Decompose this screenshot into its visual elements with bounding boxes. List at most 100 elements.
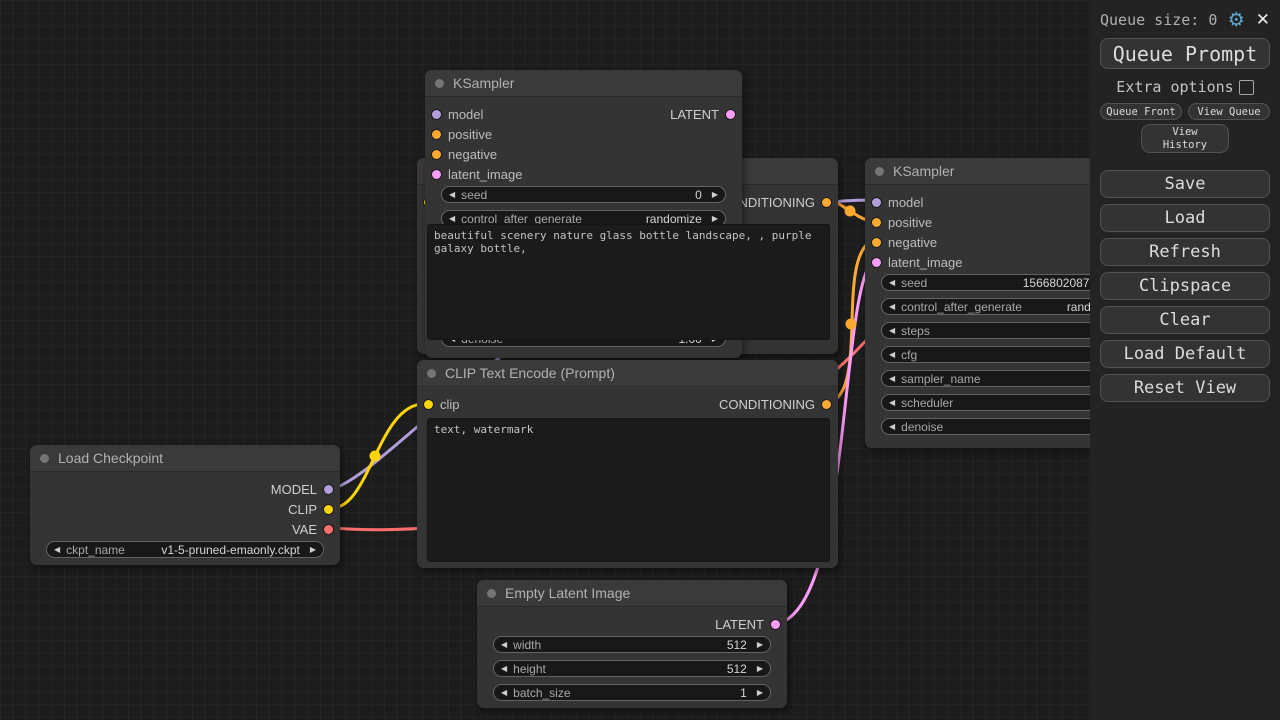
clip-text-encode-2-prompt-textarea[interactable]: text, watermark — [427, 418, 830, 562]
load-checkpoint-output-VAE: VAE — [30, 519, 340, 539]
widget-decrement-arrow[interactable]: ◀ — [501, 641, 507, 649]
input-label: latent_image — [888, 255, 962, 270]
widget-decrement-arrow[interactable]: ◀ — [889, 303, 895, 311]
sidebar: Queue size: 0 ⚙ ✕ Queue Prompt Extra opt… — [1090, 0, 1280, 720]
clear-button[interactable]: Clear — [1100, 306, 1270, 334]
widget-increment-arrow[interactable]: ▶ — [757, 665, 763, 673]
queue-prompt-button[interactable]: Queue Prompt — [1100, 38, 1270, 69]
load-checkpoint-widget-ckpt_name[interactable]: ◀ckpt_namev1-5-pruned-emaonly.ckpt▶ — [46, 541, 324, 558]
widget-increment-arrow[interactable]: ▶ — [712, 191, 718, 199]
widget-increment-arrow[interactable]: ▶ — [757, 689, 763, 697]
wire-link-dot — [845, 206, 856, 217]
queue-size-label: Queue size: 0 — [1100, 11, 1217, 29]
ksampler-1-title-bar[interactable]: KSampler — [425, 70, 742, 97]
widget-value: v1-5-pruned-emaonly.ckpt — [161, 543, 300, 557]
node-load-checkpoint[interactable]: Load CheckpointMODELCLIPVAE◀ckpt_namev1-… — [30, 445, 340, 565]
queue-status-row: Queue size: 0 ⚙ ✕ — [1100, 10, 1270, 30]
queue-buttons-row: Queue Front View Queue — [1100, 103, 1270, 120]
widget-increment-arrow[interactable]: ▶ — [712, 215, 718, 223]
node-status-dot — [40, 454, 49, 463]
widget-decrement-arrow[interactable]: ◀ — [889, 375, 895, 383]
clip-text-encode-1-prompt-textarea[interactable]: beautiful scenery nature glass bottle la… — [427, 224, 830, 340]
input-label: negative — [448, 147, 497, 162]
input-label: model — [888, 195, 923, 210]
widget-name: seed — [901, 276, 927, 290]
close-icon[interactable]: ✕ — [1256, 12, 1270, 29]
empty-latent-image-widget-width[interactable]: ◀ width 512 ▶ — [493, 636, 771, 653]
load-button[interactable]: Load — [1100, 204, 1270, 232]
input-slot-dot-negative[interactable] — [872, 238, 881, 247]
widget-decrement-arrow[interactable]: ◀ — [889, 279, 895, 287]
output-label: CONDITIONING — [719, 397, 815, 412]
widget-decrement-arrow[interactable]: ◀ — [449, 215, 455, 223]
output-slot-dot-CONDITIONING[interactable] — [822, 198, 831, 207]
load-checkpoint-title: Load Checkpoint — [58, 450, 163, 466]
widget-decrement-arrow[interactable]: ◀ — [501, 689, 507, 697]
input-slot-dot-negative[interactable] — [432, 150, 441, 159]
output-label: VAE — [292, 522, 317, 537]
load-checkpoint-output-CLIP: CLIP — [30, 499, 340, 519]
queue-front-button[interactable]: Queue Front — [1100, 103, 1182, 120]
widget-decrement-arrow[interactable]: ◀ — [889, 399, 895, 407]
widget-name: control_after_generate — [901, 300, 1022, 314]
widget-increment-arrow[interactable]: ▶ — [310, 546, 316, 554]
ksampler-1-widget-seed[interactable]: ◀ seed 0 ▶ — [441, 186, 726, 203]
ksampler-1-title: KSampler — [453, 75, 514, 91]
view-history-line1: View — [1142, 126, 1228, 139]
node-status-dot — [427, 369, 436, 378]
empty-latent-image-title: Empty Latent Image — [505, 585, 630, 601]
app-root: clipCONDITIONINGKSamplermodelpositiveneg… — [0, 0, 1280, 720]
widget-decrement-arrow[interactable]: ◀ — [889, 423, 895, 431]
extra-options-checkbox[interactable] — [1239, 80, 1254, 95]
clipspace-button[interactable]: Clipspace — [1100, 272, 1270, 300]
input-label: positive — [888, 215, 932, 230]
widget-name: seed — [461, 188, 487, 202]
clip-text-encode-2-title-bar[interactable]: CLIP Text Encode (Prompt) — [417, 360, 838, 387]
widget-decrement-arrow[interactable]: ◀ — [889, 351, 895, 359]
widget-name: width — [513, 638, 541, 652]
input-slot-dot-positive[interactable] — [432, 130, 441, 139]
widget-name: cfg — [901, 348, 917, 362]
widget-value: 512 — [727, 638, 747, 652]
input-slot-dot-positive[interactable] — [872, 218, 881, 227]
output-slot-dot-CLIP[interactable] — [324, 505, 333, 514]
settings-gear-icon[interactable]: ⚙ — [1228, 11, 1245, 30]
widget-decrement-arrow[interactable]: ◀ — [889, 327, 895, 335]
output-slot-dot-LATENT[interactable] — [771, 620, 780, 629]
clip-text-encode-2-output-CONDITIONING: CONDITIONING — [417, 394, 838, 414]
reset-view-button[interactable]: Reset View — [1100, 374, 1270, 402]
load-checkpoint-title-bar[interactable]: Load Checkpoint — [30, 445, 340, 472]
input-label: latent_image — [448, 167, 522, 182]
input-slot-dot-latent_image[interactable] — [872, 258, 881, 267]
widget-decrement-arrow[interactable]: ◀ — [54, 546, 60, 554]
widget-value: 0 — [695, 188, 702, 202]
view-history-button[interactable]: View History — [1141, 124, 1229, 153]
output-slot-dot-LATENT[interactable] — [726, 110, 735, 119]
widget-increment-arrow[interactable]: ▶ — [757, 641, 763, 649]
output-label: CLIP — [288, 502, 317, 517]
input-slot-dot-model[interactable] — [872, 198, 881, 207]
wire-link-dot — [370, 451, 381, 462]
view-queue-button[interactable]: View Queue — [1188, 103, 1270, 120]
node-status-dot — [435, 79, 444, 88]
output-slot-dot-CONDITIONING[interactable] — [822, 400, 831, 409]
graph-canvas[interactable]: clipCONDITIONINGKSamplermodelpositiveneg… — [0, 0, 1280, 720]
empty-latent-image-widget-height[interactable]: ◀height512▶ — [493, 660, 771, 677]
ksampler-2-title: KSampler — [893, 163, 954, 179]
output-slot-dot-VAE[interactable] — [324, 525, 333, 534]
load-default-button[interactable]: Load Default — [1100, 340, 1270, 368]
widget-value: 1 — [740, 686, 747, 700]
widget-decrement-arrow[interactable]: ◀ — [449, 191, 455, 199]
empty-latent-image-title-bar[interactable]: Empty Latent Image — [477, 580, 787, 607]
refresh-button[interactable]: Refresh — [1100, 238, 1270, 266]
view-history-line2: History — [1142, 139, 1228, 152]
node-empty-latent-image[interactable]: Empty Latent ImageLATENT◀width512▶◀heigh… — [477, 580, 787, 708]
widget-decrement-arrow[interactable]: ◀ — [501, 665, 507, 673]
widget-name: sampler_name — [901, 372, 980, 386]
empty-latent-image-widget-batch_size[interactable]: ◀batch_size1▶ — [493, 684, 771, 701]
input-slot-dot-latent_image[interactable] — [432, 170, 441, 179]
widget-name: denoise — [901, 420, 943, 434]
output-slot-dot-MODEL[interactable] — [324, 485, 333, 494]
save-button[interactable]: Save — [1100, 170, 1270, 198]
wire-link-dot — [846, 319, 857, 330]
